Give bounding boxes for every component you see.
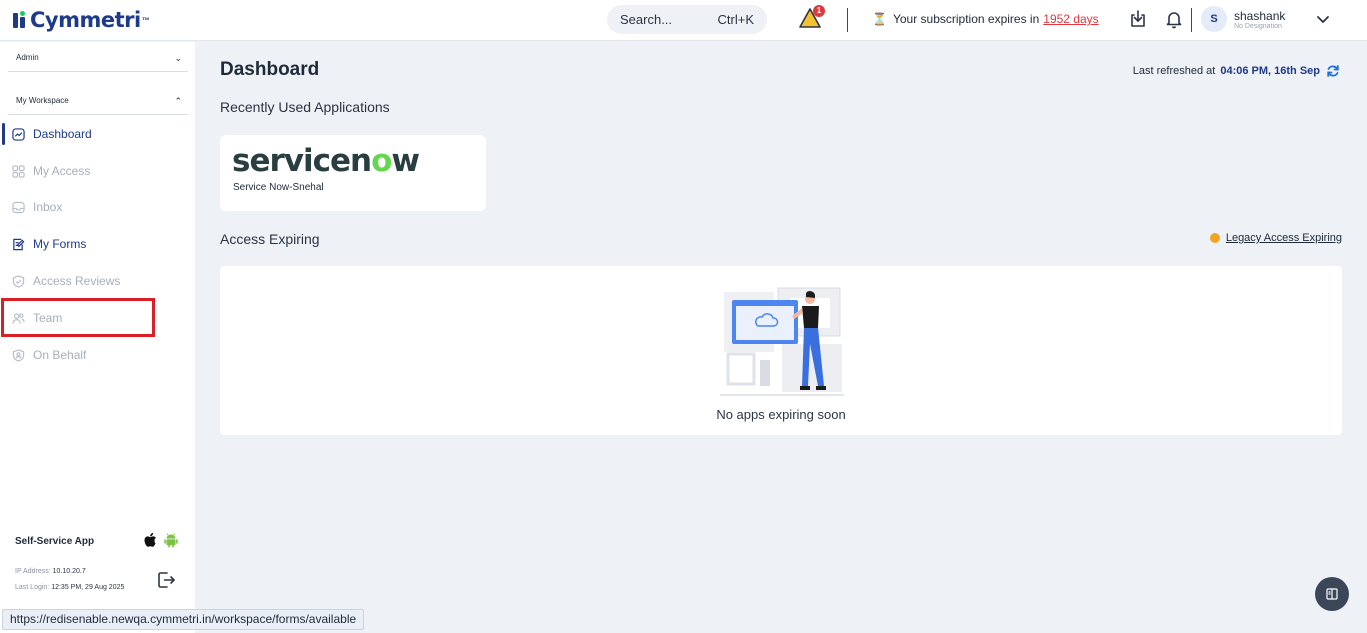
team-highlight-box (1, 298, 155, 337)
top-bar: Cymmetri ™ Search... Ctrl+K 1 ⏳ Your sub… (0, 0, 1367, 41)
sidebar-item-label: Access Reviews (33, 274, 121, 288)
avatar[interactable]: S (1201, 6, 1227, 32)
last-login: Last Login: 12:35 PM, 29 Aug 2025 (15, 584, 124, 591)
servicenow-logo-main: servicen (232, 143, 372, 179)
divider (847, 8, 848, 32)
servicenow-logo-end: w (391, 143, 420, 179)
download-button[interactable] (1128, 9, 1148, 29)
section-my-workspace[interactable]: My Workspace ⌃ (8, 87, 188, 115)
dashboard-icon (12, 127, 25, 141)
app-card-servicenow[interactable]: servicenow Service Now-Snehal (220, 135, 486, 211)
sidebar-item-my-access[interactable]: My Access (0, 158, 195, 184)
sidebar-item-my-forms[interactable]: My Forms (0, 231, 195, 257)
last-login-label: Last Login: (15, 584, 50, 591)
user-name[interactable]: shashank (1234, 9, 1285, 23)
chevron-up-icon: ⌃ (174, 96, 182, 106)
ip-label: IP Address: (15, 568, 51, 575)
sidebar-item-label: Inbox (33, 200, 63, 214)
hourglass-icon: ⏳ (872, 12, 887, 26)
empty-state-message: No apps expiring soon (716, 407, 846, 422)
chevron-down-icon (1317, 16, 1329, 24)
shield-check-icon (12, 274, 25, 288)
help-guide-button[interactable] (1315, 577, 1349, 611)
logo-text: Cymmetri (30, 8, 141, 32)
search-shortcut: Ctrl+K (717, 12, 754, 27)
user-menu-toggle[interactable] (1315, 11, 1331, 27)
sidebar-item-label: Dashboard (33, 127, 92, 141)
sidebar-item-on-behalf[interactable]: On Behalf (0, 342, 195, 368)
logo-trademark: ™ (141, 15, 150, 25)
ip-value: 10.10.20.7 (52, 568, 86, 575)
logo-mark-icon (13, 10, 27, 30)
grid-icon (12, 164, 25, 178)
form-icon (13, 238, 25, 250)
servicenow-logo-o: o (371, 143, 392, 179)
last-login-value: 12:35 PM, 29 Aug 2025 (51, 584, 125, 591)
ip-address: IP Address: 10.10.20.7 (15, 568, 86, 575)
legacy-access-expiring-link[interactable]: Legacy Access Expiring (1209, 232, 1342, 244)
book-icon (1326, 588, 1338, 600)
access-expiring-heading: Access Expiring (220, 231, 320, 247)
sidebar-item-inbox[interactable]: Inbox (0, 194, 195, 220)
inbox-icon (12, 201, 25, 213)
section-admin[interactable]: Admin ⌄ (8, 44, 188, 72)
sidebar-item-label: My Access (33, 164, 91, 178)
badge-user-icon (12, 348, 25, 362)
download-icon (1131, 10, 1145, 27)
empty-state-illustration (720, 287, 844, 396)
android-icon[interactable] (163, 532, 179, 548)
apple-icon[interactable] (143, 532, 157, 548)
info-dot-icon (1209, 233, 1220, 243)
page-title: Dashboard (220, 59, 320, 80)
last-refreshed: Last refreshed at 04:06 PM, 16th Sep (1133, 64, 1340, 78)
search-box[interactable]: Search... Ctrl+K (607, 5, 767, 34)
notifications-button[interactable] (1164, 9, 1184, 29)
subscription-days-link[interactable]: 1952 days (1043, 12, 1098, 26)
access-expiring-panel: No apps expiring soon (220, 266, 1342, 435)
last-refreshed-label: Last refreshed at (1132, 65, 1216, 77)
alert-count-badge: 1 (813, 5, 825, 17)
subscription-text: Your subscription expires in (892, 12, 1040, 26)
subscription-notice: ⏳ Your subscription expires in 1952 days (872, 12, 1099, 26)
alert-button[interactable]: 1 (798, 5, 825, 31)
cymmetri-logo[interactable]: Cymmetri ™ (13, 6, 150, 34)
servicenow-logo: servicenow (232, 143, 420, 179)
app-card-caption: Service Now-Snehal (233, 182, 324, 193)
chevron-down-icon: ⌄ (174, 53, 182, 63)
legacy-link-label: Legacy Access Expiring (1225, 232, 1342, 244)
self-service-app-label: Self-Service App (15, 536, 95, 547)
divider (1191, 8, 1192, 32)
last-refreshed-time: 04:06 PM, 16th Sep (1220, 65, 1320, 77)
section-admin-label: Admin (16, 53, 39, 62)
refresh-icon[interactable] (1326, 64, 1340, 78)
section-workspace-label: My Workspace (16, 96, 69, 105)
search-placeholder: Search... (620, 12, 673, 27)
sidebar-item-label: My Forms (33, 237, 87, 251)
sidebar-item-access-reviews[interactable]: Access Reviews (0, 268, 195, 294)
sidebar: Admin ⌄ My Workspace ⌃ Dashboard My Acce… (0, 42, 195, 633)
logout-icon[interactable] (156, 570, 176, 590)
status-bar-url: https://redisenable.newqa.cymmetri.in/wo… (2, 609, 365, 630)
sidebar-item-label: On Behalf (33, 348, 87, 362)
recent-apps-heading: Recently Used Applications (220, 99, 390, 115)
sidebar-item-dashboard[interactable]: Dashboard (0, 121, 195, 147)
bell-icon (1166, 12, 1182, 29)
user-designation: No Designation (1234, 23, 1282, 30)
